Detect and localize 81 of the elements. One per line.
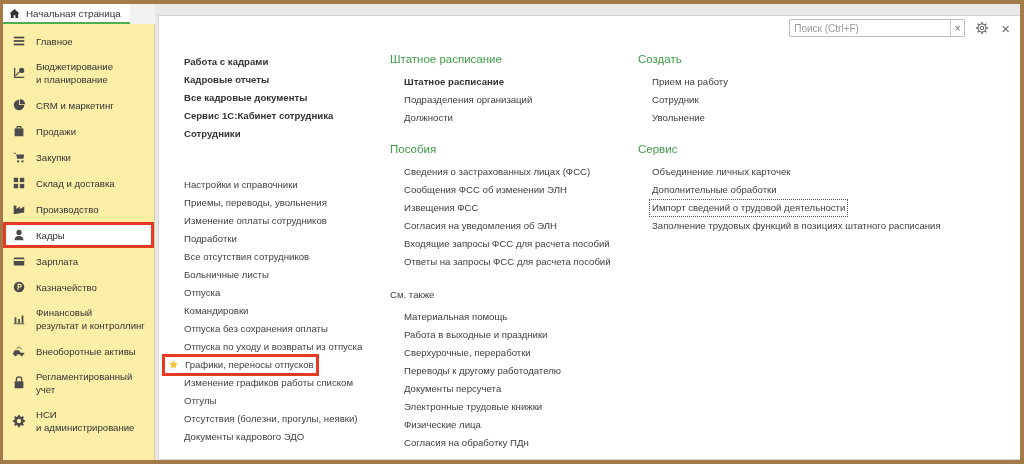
settings-icon <box>12 414 26 428</box>
chart-icon <box>12 66 26 80</box>
sidebar-item[interactable]: Кадры <box>3 222 154 248</box>
menu-link[interactable]: Отгулы <box>181 392 220 410</box>
sidebar-item[interactable]: Склад и доставка <box>3 170 154 196</box>
menu-link[interactable]: Документы кадрового ЭДО <box>181 428 308 446</box>
menu-link[interactable]: Извещения ФСС <box>401 199 482 217</box>
grid-icon <box>12 176 26 190</box>
menu-link[interactable]: Настройки и справочники <box>181 176 301 194</box>
sidebar-item[interactable]: Финансовый результат и контроллинг <box>3 300 154 338</box>
menu-link[interactable]: Штатное расписание <box>401 73 508 91</box>
menu-link[interactable]: Физические лица <box>401 416 484 434</box>
sidebar-item[interactable]: Зарплата <box>3 248 154 274</box>
menu-link[interactable]: Сообщения ФСС об изменении ЭЛН <box>401 181 570 199</box>
sidebar-item[interactable]: НСИ и администрирование <box>3 402 154 440</box>
menu-link[interactable]: Согласия на уведомления об ЭЛН <box>401 217 560 235</box>
menu-link[interactable]: Переводы к другому работодателю <box>401 362 564 380</box>
menu-link[interactable]: Объединение личных карточек <box>649 163 794 181</box>
menu-link[interactable]: Прием на работу <box>649 73 732 91</box>
sidebar-item[interactable]: Закупки <box>3 144 154 170</box>
menu-link[interactable]: Документы персучета <box>401 380 505 398</box>
menu-link[interactable]: Отпуска <box>181 284 224 302</box>
lock-icon <box>12 376 26 390</box>
menu-link[interactable]: Электронные трудовые книжки <box>401 398 546 416</box>
menu-link[interactable]: Изменение оплаты сотрудников <box>181 212 330 230</box>
bag-icon <box>12 124 26 138</box>
sidebar-item[interactable]: Регламентированный учет <box>3 364 154 402</box>
menu-link[interactable]: Приемы, переводы, увольнения <box>181 194 330 212</box>
settings-icon[interactable] <box>975 21 990 35</box>
menu-link[interactable]: Ответы на запросы ФСС для расчета пособий <box>401 253 614 271</box>
section-heading: Создать <box>638 52 682 67</box>
menu-link[interactable]: Увольнение <box>649 109 708 127</box>
menu-link[interactable]: Сотрудники <box>181 125 244 143</box>
person-icon <box>12 228 26 242</box>
sidebar-item[interactable]: CRM и маркетинг <box>3 92 154 118</box>
sidebar-item[interactable]: Внеоборотные активы <box>3 338 154 364</box>
menu-link[interactable]: Подразделения организаций <box>401 91 536 109</box>
menu-link[interactable]: Дополнительные обработки <box>649 181 780 199</box>
home-tab[interactable]: Начальная страница <box>3 4 130 24</box>
menu-link[interactable]: Работа в выходные и праздники <box>401 326 551 344</box>
menu-link[interactable]: Отсутствия (болезни, прогулы, неявки) <box>181 410 361 428</box>
menu-link[interactable]: Импорт сведений о трудовой деятельности <box>649 199 849 217</box>
sidebar-item[interactable]: Продажи <box>3 118 154 144</box>
sidebar-item[interactable]: Бюджетирование и планирование <box>3 54 154 92</box>
menu-link[interactable]: Сведения о застрахованных лицах (ФСС) <box>401 163 594 181</box>
menu-link[interactable]: Материальная помощь <box>401 308 511 326</box>
menu-link[interactable]: Сервис 1С:Кабинет сотрудника <box>181 107 337 125</box>
section-heading: Штатное расписание <box>390 52 502 67</box>
close-button[interactable]: × <box>999 19 1012 37</box>
menu-link[interactable]: Графики, переносы отпусков <box>162 354 319 376</box>
clear-button[interactable]: × <box>950 20 965 36</box>
search-field[interactable]: Поиск (Ctrl+F) × <box>789 19 966 37</box>
star-icon <box>169 360 178 369</box>
menu-link[interactable]: Заполнение трудовых функций в позициях штатного расписания <box>649 217 944 235</box>
menu-link[interactable]: Сверхурочные, переработки <box>401 344 534 362</box>
menu-icon <box>12 34 26 48</box>
menu-link[interactable]: Сотрудник <box>649 91 702 109</box>
pie-chart-icon <box>12 98 26 112</box>
menu-link[interactable]: Отпуска без сохранения оплаты <box>181 320 331 338</box>
menu-link[interactable]: Работа с кадрами <box>181 53 272 71</box>
menu-link[interactable]: Подработки <box>181 230 240 248</box>
menu-link[interactable]: Согласия на обработку ПДн <box>401 434 532 452</box>
cart-icon <box>12 150 26 164</box>
car-icon <box>12 344 26 358</box>
section-heading: См. также <box>390 288 435 302</box>
menu-link[interactable]: Отпуска по уходу и возвраты из отпуска <box>181 338 366 356</box>
menu-link[interactable]: Кадровые отчеты <box>181 71 273 89</box>
menu-link[interactable]: Командировки <box>181 302 252 320</box>
menu-link[interactable]: Изменение графиков работы списком <box>181 374 356 392</box>
menu-link[interactable]: Входящие запросы ФСС для расчета пособий <box>401 235 613 253</box>
home-icon <box>9 7 20 19</box>
menu-link[interactable]: Все кадровые документы <box>181 89 311 107</box>
sidebar-item[interactable]: Главное <box>3 28 154 54</box>
menu-link[interactable]: Все отсутствия сотрудников <box>181 248 313 266</box>
menu-link[interactable]: Больничные листы <box>181 266 272 284</box>
section-heading: Сервис <box>638 142 678 157</box>
menu-link[interactable]: Должности <box>401 109 456 127</box>
sidebar-item[interactable]: Казначейство <box>3 274 154 300</box>
section-heading: Пособия <box>390 142 437 157</box>
coin-icon <box>12 280 26 294</box>
sidebar-item[interactable]: Производство <box>3 196 154 222</box>
